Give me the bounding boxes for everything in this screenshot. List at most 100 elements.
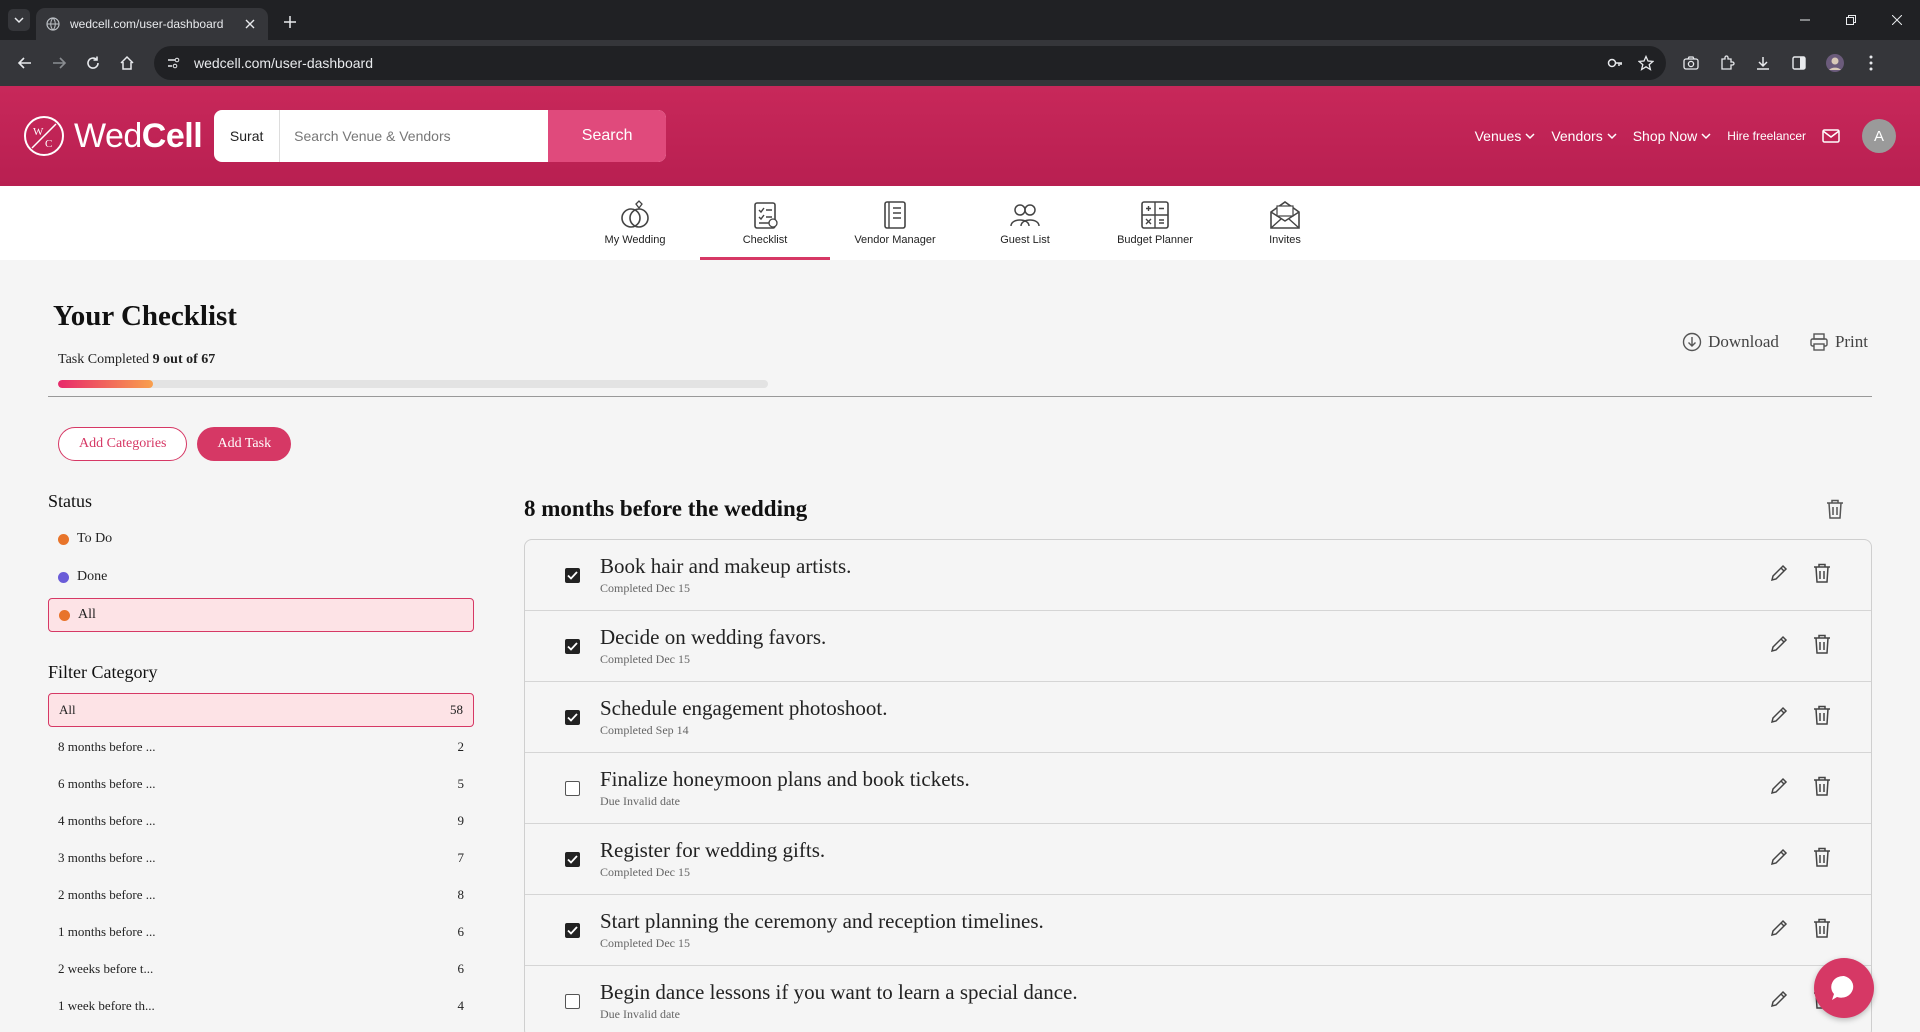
category-filter-item[interactable]: 4 months before ... 9 (48, 804, 474, 838)
nav-shop-now-label: Shop Now (1632, 128, 1698, 144)
key-icon[interactable] (1606, 54, 1624, 72)
category-filter-item[interactable]: 8 months before ... 2 (48, 730, 474, 764)
edit-pencil-icon[interactable] (1769, 776, 1789, 801)
guests-icon (1010, 204, 1040, 227)
browser-tab[interactable]: wedcell.com/user-dashboard (36, 8, 268, 40)
task-name: Start planning the ceremony and receptio… (600, 909, 1044, 933)
category-label: 8 months before ... (58, 739, 156, 754)
reload-icon[interactable] (76, 46, 110, 80)
delete-trash-icon[interactable] (1813, 705, 1831, 730)
add-task-button[interactable]: Add Task (197, 427, 292, 461)
forward-icon[interactable] (42, 46, 76, 80)
tab-budget-planner[interactable]: Budget Planner (1090, 186, 1220, 260)
close-tab-icon[interactable] (242, 16, 258, 32)
category-filter-item[interactable]: 6 months before ... 5 (48, 767, 474, 801)
category-filter-item[interactable]: 1 week before th... 4 (48, 989, 474, 1023)
tab-search-button[interactable] (8, 9, 30, 31)
printer-icon (1810, 333, 1828, 351)
edit-pencil-icon[interactable] (1769, 705, 1789, 730)
city-selector[interactable]: Surat (214, 110, 281, 162)
nav-shop-now[interactable]: Shop Now (1633, 128, 1712, 144)
delete-trash-icon[interactable] (1813, 563, 1831, 588)
task-status-text: Completed Dec 15 (600, 865, 690, 879)
status-filter-item[interactable]: Done (48, 560, 474, 594)
checklist-actions: Download Print (1682, 332, 1868, 352)
camera-icon[interactable] (1676, 48, 1706, 78)
menu-icon[interactable] (1856, 48, 1886, 78)
tab-guest-list[interactable]: Guest List (960, 186, 1090, 260)
nav-venues[interactable]: Venues (1475, 128, 1536, 144)
task-checkbox[interactable] (565, 922, 580, 938)
task-checkbox[interactable] (565, 638, 580, 654)
nav-hire-freelancer[interactable]: Hire freelancer (1727, 129, 1806, 143)
minimize-icon[interactable] (1782, 0, 1828, 40)
task-checkbox[interactable] (565, 709, 580, 725)
category-label: All (59, 702, 76, 717)
status-filter-label: Done (77, 569, 108, 584)
category-count: 7 (457, 850, 465, 865)
address-bar[interactable]: wedcell.com/user-dashboard (154, 46, 1666, 80)
task-name: Book hair and makeup artists. (600, 554, 852, 578)
profile-icon[interactable] (1820, 48, 1850, 78)
edit-pencil-icon[interactable] (1769, 918, 1789, 943)
progress-text: Task Completed 9 out of 67 (58, 352, 215, 368)
download-circle-icon (1682, 332, 1702, 352)
category-filter-item[interactable]: 2 months before ... 8 (48, 878, 474, 912)
wedcell-logo[interactable]: WC WedCell (24, 116, 203, 156)
tab-checklist[interactable]: Checklist (700, 186, 830, 260)
search-button[interactable]: Search (548, 110, 667, 162)
sidepanel-icon[interactable] (1784, 48, 1814, 78)
site-info-icon[interactable] (166, 56, 180, 70)
delete-group-icon[interactable] (1826, 499, 1844, 519)
home-icon[interactable] (110, 46, 144, 80)
category-label: 3 months before ... (58, 850, 156, 865)
edit-pencil-icon[interactable] (1769, 989, 1789, 1014)
download-icon[interactable] (1748, 48, 1778, 78)
task-name: Register for wedding gifts. (600, 838, 826, 862)
task-name: Decide on wedding favors. (600, 625, 827, 649)
task-checkbox[interactable] (565, 993, 580, 1009)
category-filter-item[interactable]: 3 months before ... 7 (48, 841, 474, 875)
user-avatar[interactable]: A (1862, 119, 1896, 153)
chat-button[interactable] (1814, 958, 1874, 1018)
extensions-icon[interactable] (1712, 48, 1742, 78)
edit-pencil-icon[interactable] (1769, 563, 1789, 588)
svg-text:C: C (45, 138, 52, 150)
progress-value: 9 out of 67 (152, 352, 216, 367)
close-window-icon[interactable] (1874, 0, 1920, 40)
task-checkbox[interactable] (565, 780, 580, 796)
category-filter-item[interactable]: 2 weeks before t... 6 (48, 952, 474, 986)
status-dot-icon (58, 533, 69, 545)
edit-pencil-icon[interactable] (1769, 634, 1789, 659)
download-button[interactable]: Download (1682, 332, 1779, 352)
back-icon[interactable] (8, 46, 42, 80)
main-content: Your Checklist Task Completed 9 out of 6… (0, 260, 1920, 1032)
status-filter-item[interactable]: To Do (48, 522, 474, 556)
mail-icon[interactable] (1822, 129, 1840, 143)
restore-icon[interactable] (1828, 0, 1874, 40)
task-text: Finalize honeymoon plans and book ticket… (600, 767, 1769, 809)
plus-icon (284, 16, 296, 28)
delete-trash-icon[interactable] (1813, 634, 1831, 659)
category-filter-item[interactable]: All 58 (48, 693, 474, 727)
task-checkbox[interactable] (565, 567, 580, 583)
status-filter-item[interactable]: All (48, 598, 474, 632)
delete-trash-icon[interactable] (1813, 776, 1831, 801)
new-tab-button[interactable] (276, 8, 304, 36)
tab-invites[interactable]: Invites (1220, 186, 1350, 260)
notebook-icon (884, 201, 906, 229)
task-checkbox[interactable] (565, 851, 580, 867)
edit-pencil-icon[interactable] (1769, 847, 1789, 872)
tab-vendor-manager[interactable]: Vendor Manager (830, 186, 960, 260)
star-icon[interactable] (1638, 55, 1654, 71)
add-categories-button[interactable]: Add Categories (58, 427, 188, 461)
delete-trash-icon[interactable] (1813, 918, 1831, 943)
category-count: 6 (457, 961, 465, 976)
tab-my-wedding[interactable]: My Wedding (570, 186, 700, 260)
search-input[interactable] (280, 110, 549, 162)
nav-vendors[interactable]: Vendors (1551, 128, 1617, 144)
category-filter-item[interactable]: 1 months before ... 6 (48, 915, 474, 949)
delete-trash-icon[interactable] (1813, 847, 1831, 872)
print-button[interactable]: Print (1809, 332, 1868, 352)
task-name: Schedule engagement photoshoot. (600, 696, 888, 720)
